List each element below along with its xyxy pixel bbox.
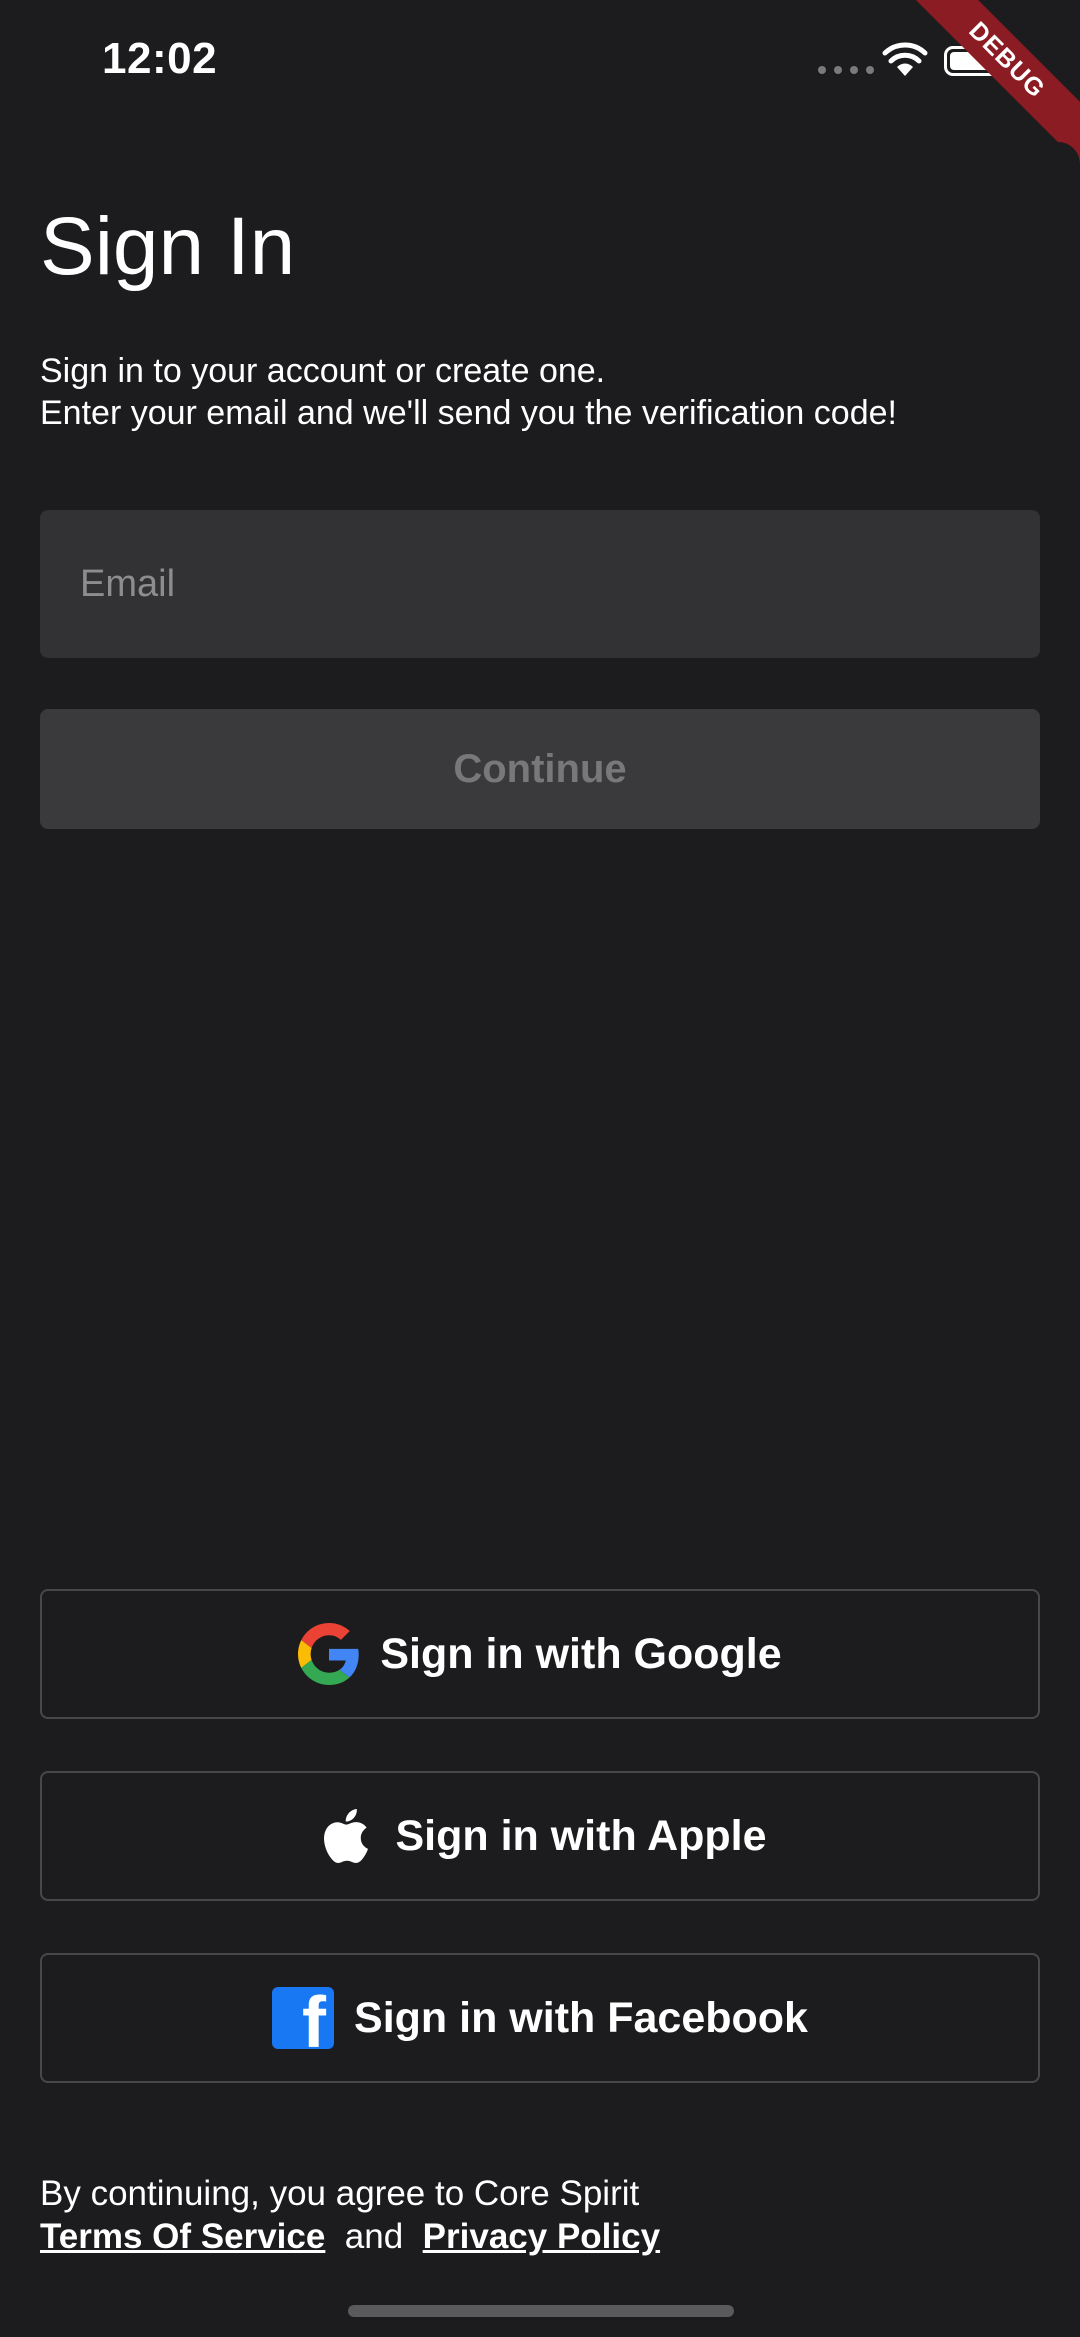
privacy-policy-link[interactable]: Privacy Policy: [423, 2217, 660, 2256]
legal-joiner: and: [335, 2217, 413, 2256]
sign-in-google-button[interactable]: Sign in with Google: [40, 1589, 1040, 1719]
subtitle: Sign in to your account or create one. E…: [40, 350, 897, 434]
legal-prefix: By continuing, you agree to Core Spirit: [40, 2174, 640, 2213]
home-indicator: [348, 2305, 734, 2317]
page-title: Sign In: [40, 201, 296, 292]
cellular-signal-icon: [818, 66, 874, 74]
status-time: 12:02: [102, 34, 218, 83]
terms-of-service-link[interactable]: Terms Of Service: [40, 2217, 325, 2256]
legal-notice: By continuing, you agree to Core Spirit …: [40, 2172, 660, 2258]
sign-in-facebook-button[interactable]: f Sign in with Facebook: [40, 1953, 1040, 2083]
apple-icon: [313, 1805, 375, 1867]
subtitle-line-1: Sign in to your account or create one.: [40, 352, 606, 390]
status-bar: 12:02: [0, 0, 1080, 140]
email-field[interactable]: [40, 510, 1040, 658]
apple-button-label: Sign in with Apple: [395, 1811, 767, 1860]
google-button-label: Sign in with Google: [380, 1629, 782, 1678]
subtitle-line-2: Enter your email and we'll send you the …: [40, 394, 897, 432]
facebook-button-label: Sign in with Facebook: [354, 1993, 808, 2042]
facebook-icon: f: [272, 1987, 335, 2049]
continue-button[interactable]: Continue: [40, 709, 1040, 829]
sign-in-screen: 12:02 DEBUG Sign In Sign in to your acco…: [0, 0, 1080, 2337]
google-icon: [298, 1623, 360, 1685]
sign-in-apple-button[interactable]: Sign in with Apple: [40, 1771, 1040, 1901]
wifi-icon: [882, 42, 928, 76]
